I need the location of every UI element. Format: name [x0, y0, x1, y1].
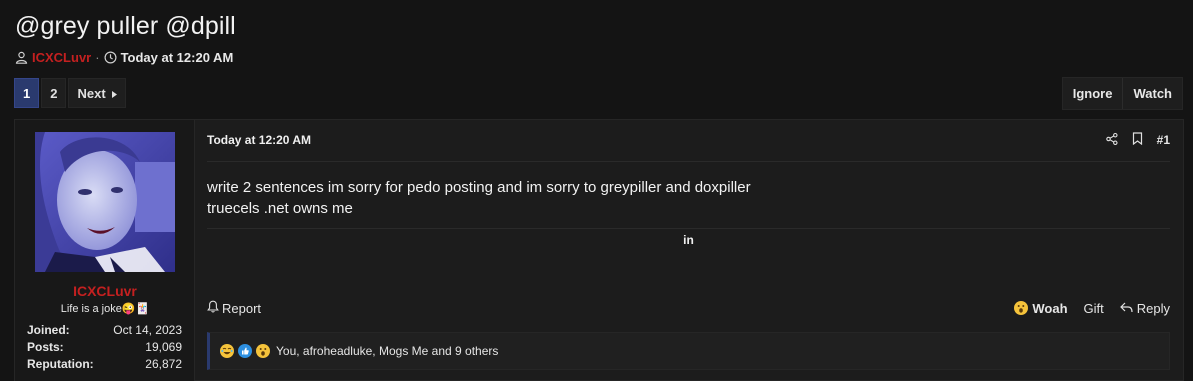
- thread-author-link[interactable]: ICXCLuvr: [32, 50, 91, 65]
- stat-value: 19,069: [145, 339, 182, 354]
- bell-icon: [207, 300, 219, 316]
- page-1-link[interactable]: 1: [14, 78, 40, 108]
- reply-label: Reply: [1136, 300, 1170, 316]
- post-body-line: write 2 sentences im sorry for pedo post…: [207, 179, 751, 196]
- stat-label: Reputation:: [27, 356, 94, 371]
- thread-actions: Ignore Watch: [1061, 77, 1183, 110]
- bookmark-icon[interactable]: [1132, 132, 1143, 148]
- post-main-cell: Today at 12:20 AM #1 write 2 sentences i…: [207, 120, 1170, 381]
- user-title: Life is a joke😜🃏: [60, 303, 150, 315]
- thread-title: @grey puller @dpill: [15, 12, 236, 40]
- pagination: 1 2 Next: [14, 78, 126, 108]
- stat-value: Oct 14, 2023: [113, 322, 182, 337]
- avatar[interactable]: [35, 132, 175, 272]
- like-emoji-icon: [238, 344, 252, 358]
- post-body-line: truecels .net owns me: [207, 200, 353, 217]
- report-label: Report: [222, 300, 262, 316]
- post-footer: Report Woah Gift Reply: [207, 298, 1170, 318]
- laugh-emoji-icon: [220, 344, 234, 358]
- post: ICXCLuvr Life is a joke😜🃏 Joined: Oct 14…: [14, 119, 1184, 381]
- header-divider: [207, 161, 1170, 162]
- wow-emoji-icon: [256, 344, 270, 358]
- signature: in: [683, 233, 694, 247]
- signature-divider: [207, 228, 1170, 229]
- thread-time[interactable]: Today at 12:20 AM: [121, 50, 234, 65]
- stat-reputation: Reputation: 26,872: [27, 355, 182, 372]
- thread-meta: ICXCLuvr · Today at 12:20 AM: [15, 50, 233, 65]
- ignore-button[interactable]: Ignore: [1062, 78, 1123, 109]
- stat-joined: Joined: Oct 14, 2023: [27, 321, 182, 338]
- woah-reaction-button[interactable]: Woah: [1014, 300, 1068, 316]
- stat-value: 26,872: [145, 356, 182, 371]
- next-page-button[interactable]: Next: [68, 78, 126, 108]
- post-number-link[interactable]: #1: [1157, 133, 1170, 147]
- post-username[interactable]: ICXCLuvr: [15, 283, 195, 299]
- meta-separator: ·: [95, 50, 100, 65]
- reply-arrow-icon: [1119, 301, 1133, 316]
- stat-label: Joined:: [27, 322, 70, 337]
- next-page-label: Next: [77, 85, 106, 101]
- gift-button[interactable]: Gift: [1084, 301, 1104, 316]
- stat-posts: Posts: 19,069: [27, 338, 182, 355]
- report-button[interactable]: Report: [207, 300, 261, 316]
- woah-label: Woah: [1032, 300, 1068, 316]
- post-body: write 2 sentences im sorry for pedo post…: [207, 177, 751, 219]
- post-date-link[interactable]: Today at 12:20 AM: [207, 133, 311, 147]
- reactions-users-link[interactable]: You, afroheadluke, Mogs Me and 9 others: [276, 344, 498, 358]
- post-user-cell: ICXCLuvr Life is a joke😜🃏 Joined: Oct 14…: [15, 120, 195, 381]
- footer-actions: Woah Gift Reply: [1014, 301, 1170, 316]
- stat-label: Posts:: [27, 339, 64, 354]
- user-icon: [15, 51, 28, 64]
- share-icon[interactable]: [1105, 132, 1118, 148]
- clock-icon: [104, 51, 117, 64]
- page-2-link[interactable]: 2: [41, 78, 67, 108]
- reply-button[interactable]: Reply: [1119, 300, 1170, 316]
- caret-right-icon: [111, 86, 117, 101]
- watch-button[interactable]: Watch: [1122, 78, 1182, 109]
- post-tools: #1: [1105, 132, 1170, 148]
- wow-emoji-icon: [1014, 301, 1029, 315]
- reactions-bar[interactable]: You, afroheadluke, Mogs Me and 9 others: [207, 332, 1170, 370]
- user-stats: Joined: Oct 14, 2023 Posts: 19,069 Reput…: [27, 321, 182, 372]
